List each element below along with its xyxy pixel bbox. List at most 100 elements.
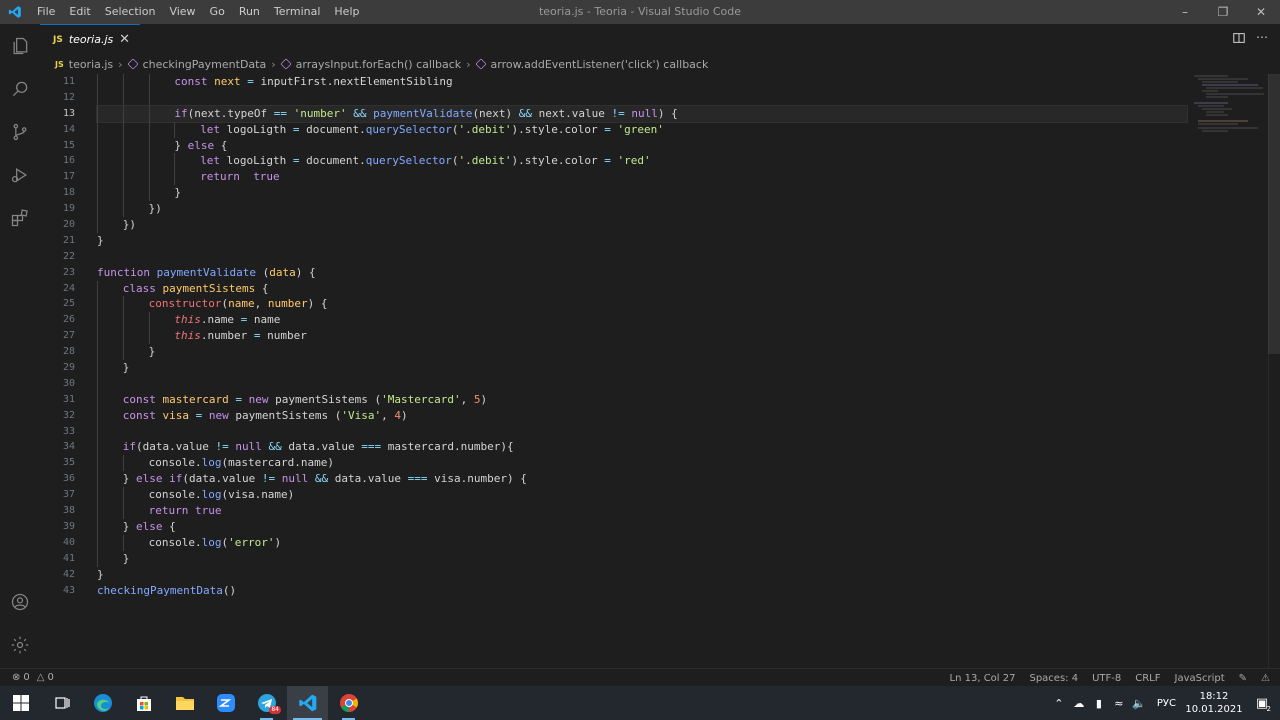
close-tab-icon[interactable]: ✕: [119, 32, 130, 47]
code-line[interactable]: return true: [97, 503, 1187, 519]
menu-go[interactable]: Go: [203, 0, 232, 24]
tab-teoria-js[interactable]: JS teoria.js ✕: [40, 24, 140, 54]
code-line[interactable]: console.log('error'): [97, 534, 1187, 551]
battery-icon[interactable]: ▮: [1089, 697, 1109, 710]
maximize-icon[interactable]: ❐: [1204, 0, 1242, 24]
vscode-taskbar-icon[interactable]: [287, 686, 328, 720]
close-window-icon[interactable]: ✕: [1242, 0, 1280, 24]
code-line[interactable]: [97, 89, 1187, 106]
code-line[interactable]: if(next.typeOf == 'number' && paymentVal…: [96, 104, 1188, 123]
vertical-scrollbar[interactable]: [1268, 74, 1280, 354]
breadcrumb-file[interactable]: teoria.js: [69, 58, 113, 71]
code-editor[interactable]: 11 12 13 14 15 16 17 18 19 20 21 22 23 24 25 26 27 28 29 30…: [40, 74, 1280, 668]
search-icon[interactable]: [8, 77, 32, 101]
code-line[interactable]: constructor(name, number) {: [97, 296, 1187, 313]
code-line[interactable]: } else if(data.value != null && data.val…: [97, 471, 1187, 488]
indent-guide: [122, 153, 124, 170]
code-line[interactable]: let logoLigth = document.querySelector('…: [97, 153, 1187, 170]
line-number: 33: [62, 425, 75, 437]
settings-gear-icon[interactable]: [8, 633, 32, 657]
cursor-position[interactable]: Ln 13, Col 27: [950, 673, 1016, 684]
clock[interactable]: 18:12 10.01.2021: [1184, 690, 1244, 716]
code-line[interactable]: }: [97, 360, 1187, 376]
minimize-icon[interactable]: –: [1166, 0, 1204, 24]
code-line[interactable]: [97, 249, 1187, 265]
telegram-icon[interactable]: 84: [246, 686, 287, 720]
breadcrumb-item-listener[interactable]: arrow.addEventListener('click') callback: [491, 58, 709, 71]
telegram-unread-badge: 84: [269, 706, 281, 714]
js-file-icon: JS: [53, 34, 63, 45]
code-line[interactable]: checkingPaymentData(): [97, 583, 1187, 599]
encoding[interactable]: UTF-8: [1092, 673, 1121, 684]
code-line[interactable]: }: [97, 233, 1187, 249]
breadcrumb-item-function[interactable]: checkingPaymentData: [143, 58, 267, 71]
wifi-icon[interactable]: ≈: [1109, 697, 1129, 710]
source-control-icon[interactable]: [8, 120, 32, 144]
code-line[interactable]: }: [97, 550, 1187, 567]
line-number: 32: [62, 409, 75, 421]
menu-selection[interactable]: Selection: [98, 0, 163, 24]
accounts-icon[interactable]: [8, 590, 32, 614]
code-line[interactable]: const next = inputFirst.nextElementSibli…: [97, 74, 1187, 90]
tab-bar: JS teoria.js ✕ ⋯: [40, 24, 1280, 54]
language-mode[interactable]: JavaScript: [1175, 673, 1225, 684]
code-line[interactable]: const visa = new paymentSistems ('Visa',…: [97, 407, 1187, 424]
code-line[interactable]: [97, 375, 1187, 392]
chrome-icon[interactable]: [328, 686, 369, 720]
chevron-right-icon: ›: [271, 57, 276, 71]
code-line[interactable]: this.name = name: [97, 312, 1187, 329]
menu-edit[interactable]: Edit: [62, 0, 97, 24]
split-editor-icon[interactable]: [1232, 30, 1246, 49]
notifications-bell-icon[interactable]: ⚠: [1261, 673, 1270, 684]
zoom-app-icon[interactable]: [205, 686, 246, 720]
line-number: 37: [62, 489, 75, 501]
code-line[interactable]: if(data.value != null && data.value === …: [97, 439, 1187, 456]
action-center-icon[interactable]: ▣ 2: [1244, 696, 1280, 713]
code-line[interactable]: console.log(mastercard.name): [97, 455, 1187, 472]
windows-start-icon[interactable]: [0, 686, 41, 720]
task-view-icon[interactable]: [41, 686, 82, 720]
extensions-icon[interactable]: [8, 206, 32, 230]
code-line[interactable]: }): [97, 217, 1187, 233]
indentation[interactable]: Spaces: 4: [1029, 673, 1078, 684]
code-line[interactable]: class paymentSistems {: [97, 280, 1187, 297]
code-line[interactable]: return true: [97, 169, 1187, 186]
run-debug-icon[interactable]: [8, 163, 32, 187]
menu-file[interactable]: File: [30, 0, 62, 24]
code-line[interactable]: }: [97, 567, 1187, 583]
code-line[interactable]: } else {: [97, 137, 1187, 154]
indent-guide: [122, 185, 124, 202]
explorer-icon[interactable]: [8, 34, 32, 58]
error-count: 0: [23, 672, 30, 683]
code-line[interactable]: const mastercard = new paymentSistems ('…: [97, 391, 1187, 408]
edge-browser-icon[interactable]: [82, 686, 123, 720]
code-line[interactable]: console.log(visa.name): [97, 487, 1187, 504]
minimap[interactable]: [1188, 74, 1270, 134]
menu-run[interactable]: Run: [232, 0, 267, 24]
menu-help[interactable]: Help: [327, 0, 366, 24]
code-line[interactable]: }): [97, 201, 1187, 218]
menu-terminal[interactable]: Terminal: [267, 0, 328, 24]
volume-icon[interactable]: 🔈: [1129, 697, 1149, 710]
code-line[interactable]: } else {: [97, 518, 1187, 535]
code-line[interactable]: function paymentValidate (data) {: [97, 265, 1187, 281]
file-explorer-icon[interactable]: [164, 686, 205, 720]
more-actions-icon[interactable]: ⋯: [1256, 30, 1268, 49]
microsoft-store-icon[interactable]: [123, 686, 164, 720]
feedback-icon[interactable]: ✎: [1239, 673, 1247, 684]
onedrive-cloud-icon[interactable]: ☁: [1069, 697, 1089, 710]
code-line[interactable]: }: [97, 344, 1187, 361]
chevron-up-icon[interactable]: ⌃: [1049, 697, 1069, 710]
code-line[interactable]: [97, 423, 1187, 440]
code-text-area[interactable]: const next = inputFirst.nextElementSibli…: [96, 74, 1188, 599]
code-line[interactable]: let logoLigth = document.querySelector('…: [97, 121, 1187, 138]
menu-view[interactable]: View: [162, 0, 202, 24]
breadcrumb-item-foreach[interactable]: arraysInput.forEach() callback: [296, 58, 462, 71]
indent-guide: [122, 503, 124, 519]
end-of-line[interactable]: CRLF: [1135, 673, 1160, 684]
vscode-logo-icon: [0, 0, 30, 24]
code-line[interactable]: this.number = number: [97, 328, 1187, 345]
problems-indicator[interactable]: ⊗ 0 △ 0: [0, 672, 54, 683]
keyboard-language[interactable]: РУС: [1149, 698, 1184, 709]
code-line[interactable]: }: [97, 185, 1187, 202]
